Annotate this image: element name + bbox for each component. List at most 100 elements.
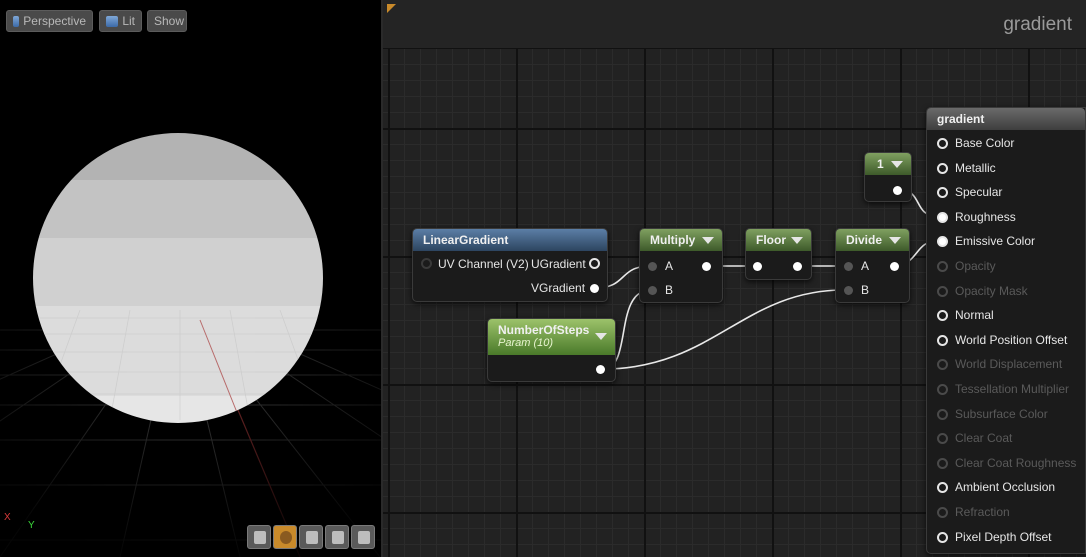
divide-a-pin[interactable]	[844, 262, 853, 271]
node-linear-gradient-title: LinearGradient	[413, 229, 607, 251]
material-pin-opacity[interactable]	[937, 261, 948, 272]
preview-cube-button[interactable]	[325, 525, 349, 549]
ugradient-label: UGradient	[531, 257, 586, 271]
floor-output-pin[interactable]	[793, 262, 802, 271]
node-number-of-steps-label: NumberOfSteps	[498, 323, 590, 337]
uv-channel-pin[interactable]	[421, 258, 432, 269]
multiply-output-pin[interactable]	[702, 262, 711, 271]
node-material-output[interactable]: gradient Base Color Metallic Specular Rough…	[926, 107, 1086, 554]
material-input-world-position-offset: World Position Offset	[955, 332, 1068, 347]
perspective-label: Perspective	[23, 14, 86, 28]
chevron-down-icon	[702, 237, 714, 244]
material-pin-normal[interactable]	[937, 310, 948, 322]
material-input-opacity: Opacity	[955, 259, 996, 273]
plane-icon	[306, 531, 318, 544]
lit-label: Lit	[122, 14, 135, 28]
material-pin-refraction[interactable]	[937, 507, 948, 518]
node-linear-gradient[interactable]: LinearGradient UV Channel (V2) UGradient…	[412, 228, 608, 302]
preview-plane-button[interactable]	[299, 525, 323, 549]
node-multiply[interactable]: Multiply A B	[639, 228, 723, 303]
material-input-refraction: Refraction	[955, 505, 1010, 519]
chevron-down-icon	[891, 161, 903, 168]
cube-icon	[332, 531, 344, 544]
material-input-specular: Specular	[955, 185, 1003, 200]
material-input-clear-coat: Clear Coat	[955, 431, 1013, 446]
show-label: Show	[154, 14, 185, 28]
perspective-icon	[13, 15, 20, 27]
material-pin-specular[interactable]	[937, 187, 948, 199]
material-pin-clear-coat-roughness[interactable]	[937, 457, 948, 469]
material-input-normal: Normal	[955, 308, 994, 323]
chevron-down-icon	[791, 237, 803, 244]
floor-input-pin[interactable]	[753, 262, 762, 271]
material-pin-ambient-occlusion[interactable]	[937, 482, 948, 494]
node-divide[interactable]: Divide A B	[835, 228, 910, 303]
material-pin-base-color[interactable]	[937, 138, 948, 149]
material-input-clear-coat-roughness: Clear Coat Roughness	[955, 455, 1077, 470]
multiply-a-pin[interactable]	[648, 262, 657, 271]
divide-b-pin[interactable]	[844, 286, 853, 295]
material-pin-tessellation-multiplier[interactable]	[937, 384, 948, 395]
material-pin-roughness[interactable]	[937, 211, 948, 223]
node-divide-label: Divide	[846, 233, 883, 247]
node-floor-label: Floor	[756, 233, 786, 247]
preview-sphere-button[interactable]	[273, 525, 297, 549]
constant-output-pin[interactable]	[893, 186, 902, 195]
material-input-base-color: Base Color	[955, 136, 1015, 150]
material-input-opacity-mask: Opacity Mask	[955, 283, 1028, 298]
chevron-down-icon	[889, 237, 901, 244]
material-pin-clear-coat[interactable]	[937, 433, 948, 445]
node-constant-label: 1	[877, 157, 884, 171]
cylinder-icon	[254, 531, 266, 544]
ugradient-pin[interactable]	[589, 258, 600, 269]
node-constant[interactable]: 1	[864, 152, 912, 202]
steps-output-pin[interactable]	[596, 365, 605, 374]
lit-button[interactable]: Lit	[99, 10, 142, 32]
preview-viewport[interactable]: Perspective Lit Show X Y	[0, 0, 383, 557]
material-input-roughness: Roughness	[955, 209, 1016, 224]
preview-mesh-button[interactable]	[351, 525, 375, 549]
node-floor-title: Floor	[746, 229, 811, 251]
node-multiply-title: Multiply	[640, 229, 722, 251]
lit-icon	[106, 15, 119, 27]
material-pin-subsurface-color[interactable]	[937, 408, 948, 420]
perspective-button[interactable]: Perspective	[6, 10, 93, 32]
material-input-emissive-color: Emissive Color	[955, 234, 1036, 249]
material-pin-metallic[interactable]	[937, 162, 948, 174]
material-input-ambient-occlusion: Ambient Occlusion	[955, 480, 1056, 495]
axis-y-label: Y	[28, 520, 35, 531]
vgradient-label: VGradient	[531, 281, 586, 295]
teapot-icon	[358, 531, 370, 544]
show-button[interactable]: Show	[147, 10, 187, 32]
preview-cylinder-button[interactable]	[247, 525, 271, 549]
material-graph[interactable]: gradient LinearGradient UV Channel (V2) …	[383, 0, 1086, 557]
material-input-world-displacement: World Displacement	[955, 357, 1063, 372]
material-input-metallic: Metallic	[955, 160, 996, 175]
material-input-pixel-depth-offset: Pixel Depth Offset	[955, 529, 1052, 544]
material-pin-emissive-color[interactable]	[937, 236, 948, 248]
sphere-icon	[280, 531, 292, 544]
material-input-tessellation-multiplier: Tessellation Multiplier	[955, 382, 1070, 396]
chevron-down-icon	[595, 333, 607, 340]
node-number-of-steps-title: NumberOfSteps Param (10)	[488, 319, 615, 355]
material-pin-world-position-offset[interactable]	[937, 334, 948, 346]
material-pin-opacity-mask[interactable]	[937, 285, 948, 297]
uv-channel-label: UV Channel (V2)	[438, 257, 529, 271]
multiply-b-label: B	[665, 283, 674, 297]
divide-output-pin[interactable]	[890, 262, 899, 271]
node-number-of-steps[interactable]: NumberOfSteps Param (10)	[487, 318, 616, 382]
node-multiply-label: Multiply	[650, 233, 696, 247]
material-pin-world-displacement[interactable]	[937, 359, 948, 371]
axis-x-label: X	[4, 512, 11, 523]
node-divide-title: Divide	[836, 229, 909, 251]
node-floor[interactable]: Floor	[745, 228, 812, 280]
material-title: gradient	[927, 108, 1085, 130]
divide-a-label: A	[861, 259, 870, 273]
vgradient-pin[interactable]	[590, 284, 599, 293]
multiply-a-label: A	[665, 259, 674, 273]
multiply-b-pin[interactable]	[648, 286, 657, 295]
divide-b-label: B	[861, 283, 870, 297]
preview-scene	[0, 133, 381, 557]
material-pin-pixel-depth-offset[interactable]	[937, 531, 948, 543]
wire-steps-divide	[602, 289, 845, 370]
